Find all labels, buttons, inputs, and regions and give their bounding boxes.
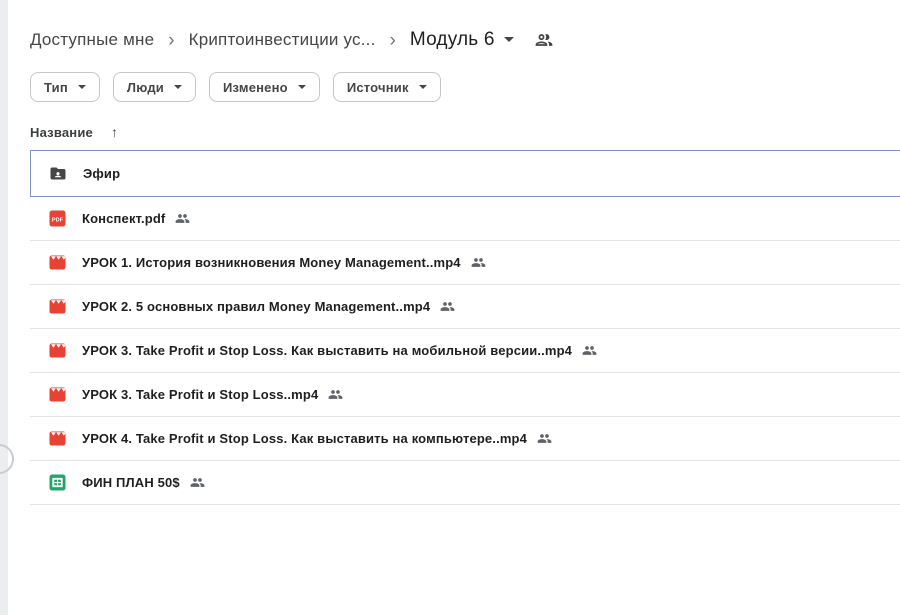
filter-chip-modified[interactable]: Изменено [209, 72, 320, 102]
filter-chip-people[interactable]: Люди [113, 72, 196, 102]
file-name: УРОК 4. Take Profit и Stop Loss. Как выс… [82, 431, 527, 446]
chip-label: Изменено [223, 80, 288, 95]
filter-chip-bar: Тип Люди Изменено Источник [30, 72, 441, 102]
table-row-video[interactable]: УРОК 1. История возникновения Money Mana… [30, 241, 900, 285]
chevron-down-icon [298, 85, 306, 89]
filter-chip-type[interactable]: Тип [30, 72, 100, 102]
breadcrumb-shared-with-me[interactable]: Доступные мне [30, 30, 154, 50]
chip-label: Люди [127, 80, 164, 95]
sort-ascending-icon[interactable]: ↑ [111, 124, 118, 140]
shared-people-icon [537, 431, 552, 446]
file-name: УРОК 1. История возникновения Money Mana… [82, 255, 461, 270]
chip-label: Источник [347, 80, 409, 95]
table-row-video[interactable]: УРОК 3. Take Profit и Stop Loss..mp4 [30, 373, 900, 417]
breadcrumb-course-folder[interactable]: Криптоинвестиции ус... [189, 30, 376, 50]
video-icon [48, 254, 66, 272]
file-name: УРОК 3. Take Profit и Stop Loss. Как выс… [82, 343, 572, 358]
file-list: Эфир PDF Конспект.pdf УРОК 1. История во… [30, 150, 900, 505]
chevron-down-icon [174, 85, 182, 89]
file-name: Эфир [83, 166, 120, 181]
filter-chip-source[interactable]: Источник [333, 72, 441, 102]
edge-partial-circle [0, 444, 14, 474]
shared-folder-icon [49, 165, 67, 183]
chevron-right-icon: › [390, 31, 396, 50]
people-outline-icon [534, 30, 554, 50]
table-row-spreadsheet[interactable]: ФИН ПЛАН 50$ [30, 461, 900, 505]
table-row-folder[interactable]: Эфир [30, 150, 900, 197]
column-header-name[interactable]: Название ↑ [30, 124, 118, 140]
current-folder-label: Модуль 6 [410, 29, 495, 50]
shared-people-icon [471, 255, 486, 270]
table-row-video[interactable]: УРОК 3. Take Profit и Stop Loss. Как выс… [30, 329, 900, 373]
spreadsheet-icon [48, 474, 66, 492]
shared-people-icon [190, 475, 205, 490]
video-icon [48, 430, 66, 448]
chevron-right-icon: › [168, 31, 174, 50]
breadcrumb-current-folder[interactable]: Модуль 6 [410, 29, 514, 51]
pdf-icon: PDF [48, 210, 66, 228]
chevron-down-icon [78, 85, 86, 89]
chevron-down-icon [504, 37, 514, 42]
shared-people-icon [582, 343, 597, 358]
shared-people-icon [440, 299, 455, 314]
file-name: УРОК 2. 5 основных правил Money Manageme… [82, 299, 430, 314]
shared-people-icon [175, 211, 190, 226]
window-left-edge [0, 0, 8, 615]
chip-label: Тип [44, 80, 68, 95]
table-row-video[interactable]: УРОК 4. Take Profit и Stop Loss. Как выс… [30, 417, 900, 461]
table-row-pdf[interactable]: PDF Конспект.pdf [30, 197, 900, 241]
file-name: ФИН ПЛАН 50$ [82, 475, 180, 490]
file-name: Конспект.pdf [82, 211, 165, 226]
name-header-label: Название [30, 125, 93, 140]
chevron-down-icon [419, 85, 427, 89]
video-icon [48, 386, 66, 404]
shared-people-icon [328, 387, 343, 402]
svg-text:PDF: PDF [51, 217, 63, 223]
breadcrumb: Доступные мне › Криптоинвестиции ус... ›… [30, 24, 554, 56]
table-row-video[interactable]: УРОК 2. 5 основных правил Money Manageme… [30, 285, 900, 329]
video-icon [48, 298, 66, 316]
video-icon [48, 342, 66, 360]
file-name: УРОК 3. Take Profit и Stop Loss..mp4 [82, 387, 318, 402]
